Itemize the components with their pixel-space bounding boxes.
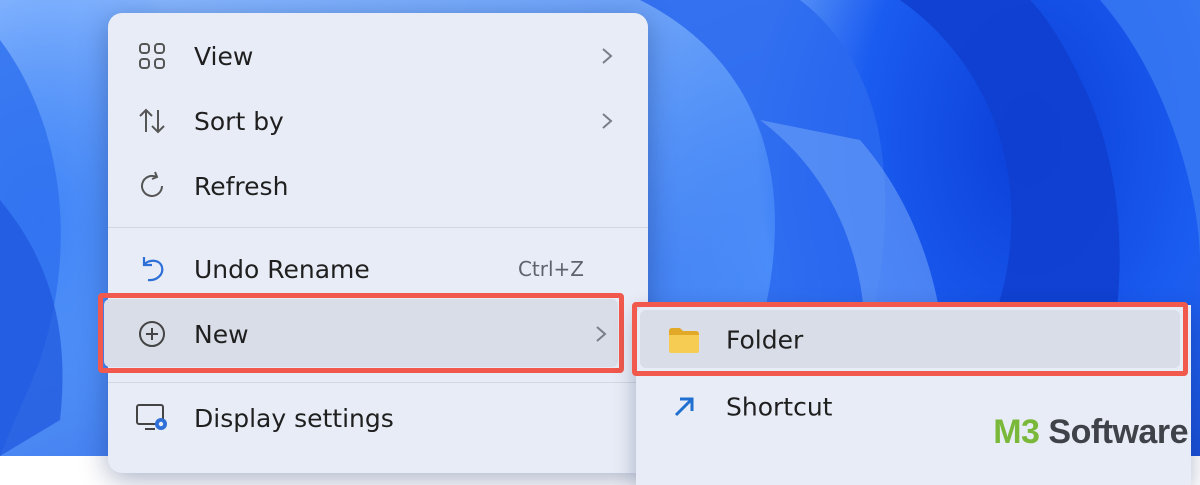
menu-item-label: Refresh: [194, 171, 289, 201]
grid-icon: [134, 38, 170, 74]
menu-item-undo-rename[interactable]: Undo Rename Ctrl+Z: [108, 240, 648, 298]
brand-watermark: M3 Software: [993, 413, 1188, 452]
shortcut-arrow-icon: [668, 391, 700, 423]
menu-item-label: Display settings: [194, 403, 394, 433]
chevron-right-icon: [602, 113, 613, 129]
menu-item-refresh[interactable]: Refresh: [108, 157, 648, 215]
menu-item-label: Undo Rename: [194, 254, 370, 284]
chevron-right-icon: [602, 48, 613, 64]
menu-item-display-settings[interactable]: Display settings: [108, 389, 636, 447]
submenu-item-label: Shortcut: [726, 392, 833, 422]
menu-separator: [108, 382, 636, 383]
watermark-suffix: Software: [1039, 413, 1188, 451]
menu-item-label: Sort by: [194, 106, 284, 136]
menu-separator: [108, 227, 648, 228]
refresh-icon: [134, 168, 170, 204]
undo-icon: [134, 251, 170, 287]
sort-arrows-icon: [134, 103, 170, 139]
red-highlight-box-folder: [632, 302, 1188, 376]
menu-item-sort-by[interactable]: Sort by: [108, 92, 648, 150]
menu-item-label: View: [194, 41, 254, 71]
display-settings-icon: [134, 400, 170, 436]
watermark-prefix: M3: [993, 413, 1040, 451]
red-highlight-box-new: [98, 293, 624, 373]
menu-item-view[interactable]: View: [108, 27, 648, 85]
keyboard-shortcut: Ctrl+Z: [517, 257, 584, 281]
